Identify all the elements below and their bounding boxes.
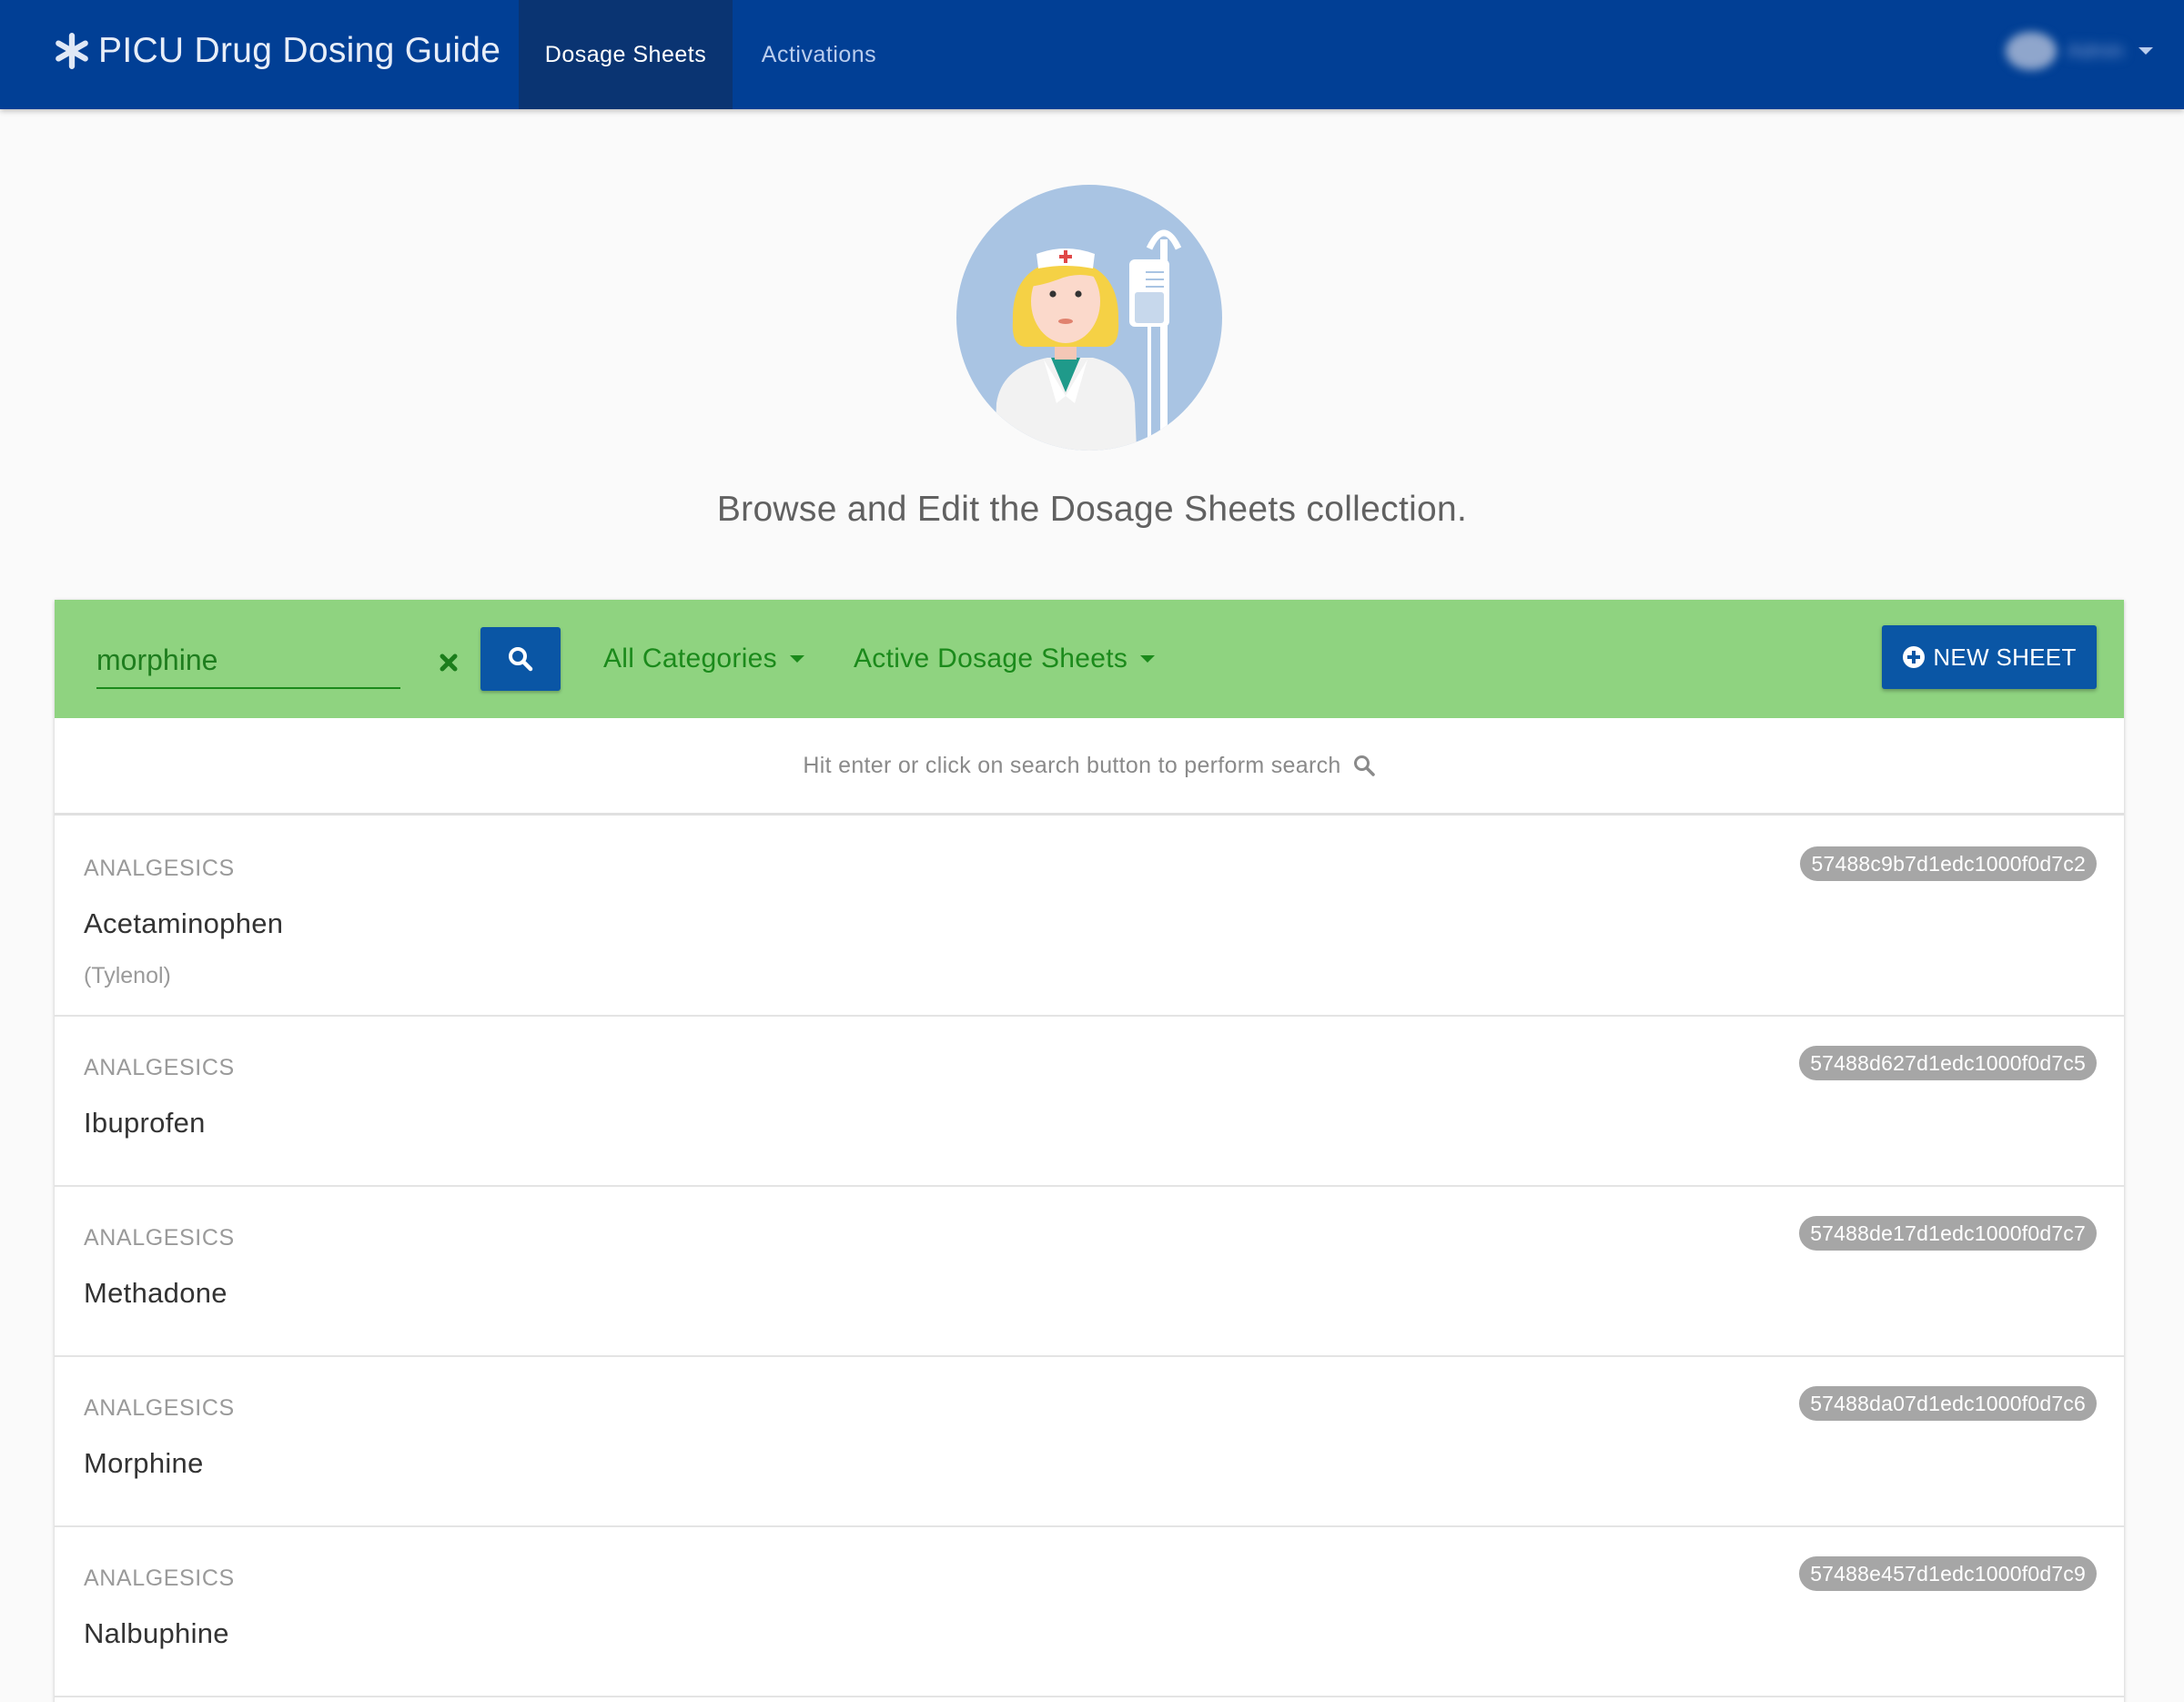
search-input[interactable] [96, 636, 400, 689]
user-name: Admin [2067, 39, 2124, 62]
tab-dosage-sheets[interactable]: Dosage Sheets [519, 0, 733, 109]
item-name: Morphine [84, 1447, 204, 1479]
list-item[interactable]: ANALGESICS Ibuprofen 57488d627d1edc1000f… [55, 1017, 2124, 1187]
search-hint-text: Hit enter or click on search button to p… [803, 752, 1341, 778]
status-filter-dropdown[interactable]: Active Dosage Sheets [854, 627, 1156, 691]
item-category: ANALGESICS [84, 856, 235, 881]
search-icon [1353, 755, 1375, 776]
tab-activations[interactable]: Activations [733, 0, 905, 109]
item-name: Nalbuphine [84, 1617, 229, 1649]
item-category: ANALGESICS [84, 1395, 235, 1421]
dosage-sheet-list: ANALGESICS Acetaminophen (Tylenol) 57488… [55, 817, 2124, 1697]
new-sheet-button[interactable]: NEW SHEET [1882, 625, 2097, 689]
chevron-down-icon [789, 655, 804, 663]
asterisk-icon [56, 33, 88, 69]
chevron-down-icon [2138, 47, 2153, 55]
status-filter-label: Active Dosage Sheets [854, 643, 1128, 674]
category-filter-label: All Categories [603, 643, 777, 674]
item-name: Acetaminophen [84, 907, 284, 939]
avatar [2005, 32, 2057, 70]
item-name: Methadone [84, 1277, 228, 1309]
clear-search-button[interactable] [426, 640, 471, 685]
search-hint: Hit enter or click on search button to p… [55, 718, 2124, 816]
chevron-down-icon [1140, 655, 1156, 663]
list-item[interactable]: ANALGESICS Morphine 57488da07d1edc1000f0… [55, 1357, 2124, 1527]
category-filter-dropdown[interactable]: All Categories [603, 627, 804, 691]
item-id-badge: 57488d627d1edc1000f0d7c5 [1799, 1046, 2097, 1080]
item-id-badge: 57488de17d1edc1000f0d7c7 [1799, 1216, 2097, 1251]
user-menu[interactable]: Admin [2005, 0, 2153, 102]
new-sheet-label: NEW SHEET [1933, 643, 2077, 671]
item-id-badge: 57488c9b7d1edc1000f0d7c2 [1800, 846, 2097, 881]
item-category: ANALGESICS [84, 1225, 235, 1251]
list-item[interactable]: ANALGESICS Nalbuphine 57488e457d1edc1000… [55, 1527, 2124, 1697]
brand[interactable]: PICU Drug Dosing Guide [53, 0, 500, 102]
hero-description: Browse and Edit the Dosage Sheets collec… [716, 490, 1468, 529]
search-button[interactable] [480, 627, 561, 691]
list-item[interactable]: ANALGESICS Methadone 57488de17d1edc1000f… [55, 1187, 2124, 1357]
nurse-avatar-illustration [956, 185, 1222, 451]
tab-label: Dosage Sheets [544, 41, 707, 67]
dosage-sheets-card: All Categories Active Dosage Sheets NEW … [55, 600, 2124, 1702]
item-id-badge: 57488da07d1edc1000f0d7c6 [1799, 1386, 2097, 1421]
plus-circle-icon [1903, 646, 1926, 668]
item-name: Ibuprofen [84, 1107, 206, 1139]
item-id-badge: 57488e457d1edc1000f0d7c9 [1799, 1556, 2097, 1591]
brand-title: PICU Drug Dosing Guide [98, 31, 501, 70]
top-navbar: PICU Drug Dosing Guide Dosage Sheets Act… [0, 0, 2184, 109]
tab-label: Activations [761, 41, 877, 67]
search-toolbar: All Categories Active Dosage Sheets NEW … [55, 600, 2124, 718]
close-icon [440, 653, 458, 672]
item-category: ANALGESICS [84, 1565, 235, 1591]
item-alias: (Tylenol) [84, 963, 171, 988]
item-category: ANALGESICS [84, 1055, 235, 1080]
list-item[interactable]: ANALGESICS Acetaminophen (Tylenol) 57488… [55, 817, 2124, 1017]
search-icon [509, 647, 533, 672]
